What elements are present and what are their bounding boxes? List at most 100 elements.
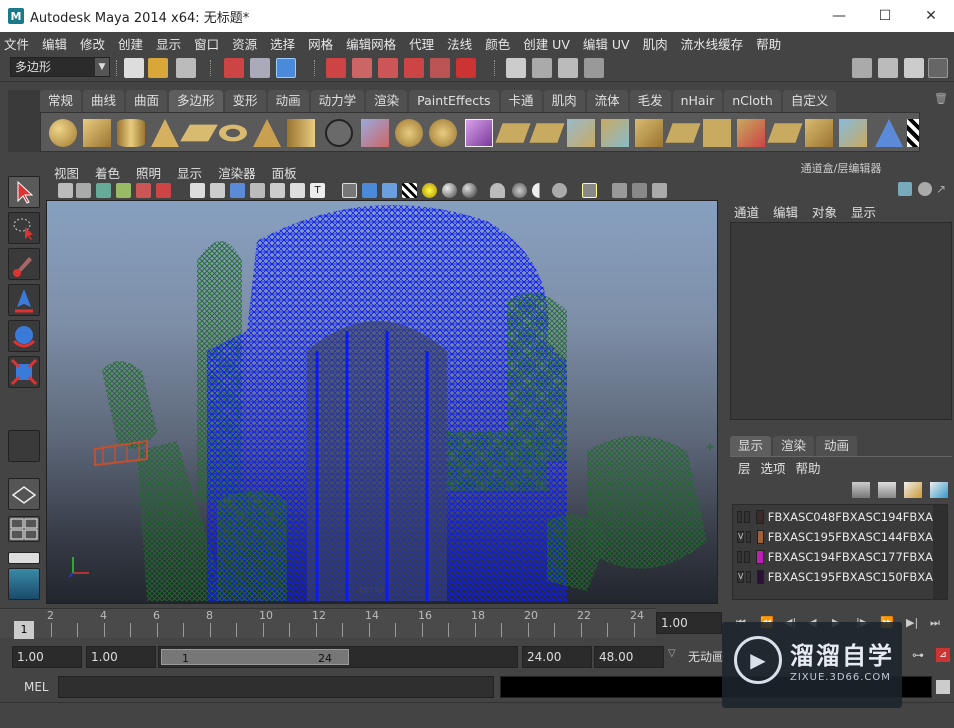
render-frame-icon[interactable] (532, 58, 552, 78)
le-menu-help[interactable]: 帮助 (796, 458, 821, 477)
le-menu-layers[interactable]: 层 (738, 458, 751, 477)
layer-row[interactable]: V FBXASC195FBXASC150FBXA (733, 567, 933, 587)
maximize-button[interactable]: ☐ (862, 0, 908, 32)
layer-visibility-toggle[interactable]: V (737, 571, 745, 583)
shelf-tab-custom[interactable]: 自定义 (782, 90, 837, 112)
gate-mask-icon[interactable] (250, 183, 265, 198)
current-time-field[interactable]: 1.00 (656, 612, 722, 634)
move-tool-icon[interactable] (8, 284, 40, 316)
menu-edit[interactable]: 编辑 (42, 34, 67, 53)
anim-layer-dropdown[interactable]: 无动画 (688, 648, 724, 665)
mel-command-input[interactable] (58, 676, 494, 698)
layer-color-swatch[interactable] (757, 530, 764, 544)
safe-title-icon[interactable]: T (310, 183, 325, 198)
shelf-tab-rendering[interactable]: 渲染 (366, 90, 408, 112)
layer-list-scrollbar[interactable] (933, 505, 947, 599)
range-slider[interactable]: 1 24 (158, 646, 518, 668)
key-icon[interactable]: ⊶ (912, 648, 924, 662)
layout-outliner-icon[interactable] (8, 552, 40, 564)
cb-menu-object[interactable]: 对象 (812, 202, 837, 221)
select-component-icon[interactable] (276, 58, 296, 78)
vp-menu-shading[interactable]: 着色 (95, 163, 120, 182)
menu-select[interactable]: 选择 (270, 34, 295, 53)
layer-move-up-icon[interactable] (852, 482, 870, 498)
scale-tool-icon[interactable] (8, 356, 40, 388)
motion-blur-icon[interactable] (490, 183, 505, 198)
select-object-icon[interactable] (250, 58, 270, 78)
menu-color[interactable]: 颜色 (485, 34, 510, 53)
menu-file[interactable]: 文件 (4, 34, 29, 53)
extract-icon[interactable] (839, 119, 867, 147)
menu-set-dropdown[interactable]: 多边形 ▼ (10, 57, 110, 77)
isolate-select-icon[interactable] (582, 183, 597, 198)
menu-window[interactable]: 窗口 (194, 34, 219, 53)
script-editor-icon[interactable] (936, 680, 950, 694)
tool-settings-toggle-icon[interactable] (878, 58, 898, 78)
film-gate-icon[interactable] (210, 183, 225, 198)
open-scene-icon[interactable] (148, 58, 168, 78)
shelf-tab-surfaces[interactable]: 曲面 (126, 90, 168, 112)
menu-edit-uv[interactable]: 编辑 UV (583, 34, 630, 53)
go-to-end-alt-icon[interactable]: ⏭ (930, 616, 946, 630)
cb-menu-show[interactable]: 显示 (851, 202, 876, 221)
checker-icon[interactable] (907, 119, 919, 147)
time-slider[interactable]: 2 4 6 8 10 12 14 16 18 20 22 24 1 (0, 608, 656, 639)
depth-of-field-icon[interactable] (532, 183, 547, 198)
layer-row[interactable]: FBXASC048FBXASC194FBXA (733, 507, 933, 527)
ipr-render-icon[interactable] (558, 58, 578, 78)
field-chart-icon[interactable] (270, 183, 285, 198)
layer-color-swatch[interactable] (755, 510, 764, 524)
layer-visibility-toggle[interactable] (737, 511, 743, 523)
attribute-editor-toggle-icon[interactable] (852, 58, 872, 78)
shelf-tab-fluids[interactable]: 流体 (586, 90, 628, 112)
shelf-tab-nhair[interactable]: nHair (672, 90, 723, 112)
layer-type-toggle[interactable] (746, 531, 752, 543)
shelf-tab-deformation[interactable]: 变形 (224, 90, 266, 112)
separate-icon[interactable] (395, 119, 423, 147)
vp-menu-panels[interactable]: 面板 (272, 163, 297, 182)
save-scene-icon[interactable] (176, 58, 196, 78)
screen-space-ao-icon[interactable] (462, 183, 477, 198)
menu-display[interactable]: 显示 (156, 34, 181, 53)
render-settings-icon[interactable] (584, 58, 604, 78)
close-button[interactable]: ✕ (908, 0, 954, 32)
shelf-tab-general[interactable]: 常规 (40, 90, 82, 112)
range-slider-handle[interactable]: 1 24 (161, 649, 349, 665)
shelf-tab-animation[interactable]: 动画 (267, 90, 309, 112)
shelf-tab-dynamics[interactable]: 动力学 (310, 90, 365, 112)
animation-start-field[interactable]: 1.00 (12, 646, 82, 668)
poly-torus-icon[interactable] (219, 124, 247, 142)
channel-box-toggle-icon[interactable] (928, 58, 948, 78)
render-view-icon[interactable] (506, 58, 526, 78)
vp-menu-lighting[interactable]: 照明 (136, 163, 161, 182)
layer-color-swatch[interactable] (757, 570, 764, 584)
new-layer-icon[interactable] (904, 482, 922, 498)
vp-menu-renderer[interactable]: 渲染器 (218, 163, 256, 182)
layer-tab-anim[interactable]: 动画 (816, 436, 858, 456)
wireframe-icon[interactable] (342, 183, 357, 198)
menu-normals[interactable]: 法线 (447, 34, 472, 53)
playback-start-field[interactable]: 1.00 (86, 646, 156, 668)
layer-tab-display[interactable]: 显示 (730, 436, 772, 456)
channel-box-arrow-icon[interactable]: ↗ (936, 182, 950, 196)
poly-cube-icon[interactable] (83, 119, 111, 147)
menu-mesh[interactable]: 网格 (308, 34, 333, 53)
select-tool-icon[interactable] (8, 176, 40, 208)
minimize-button[interactable]: — (816, 0, 862, 32)
vp-menu-view[interactable]: 视图 (54, 163, 79, 182)
lasso-tool-icon[interactable] (8, 212, 40, 244)
layer-type-toggle[interactable] (744, 551, 750, 563)
use-all-lights-icon[interactable] (422, 183, 437, 198)
snap-curve-icon[interactable] (352, 58, 372, 78)
magnet-icon[interactable] (456, 58, 476, 78)
hdr-icon[interactable] (552, 183, 567, 198)
auto-key-icon[interactable]: ⊿ (936, 648, 950, 662)
grease-pencil-add-icon[interactable] (156, 183, 171, 198)
shelf-tab-polygons[interactable]: 多边形 (169, 90, 223, 112)
menu-modify[interactable]: 修改 (80, 34, 105, 53)
bridge-icon[interactable] (529, 123, 565, 143)
xray-components-icon[interactable] (652, 183, 667, 198)
shelf-menu-handle[interactable] (8, 90, 40, 152)
menu-create-uv[interactable]: 创建 UV (523, 34, 570, 53)
menu-pipeline-cache[interactable]: 流水线缓存 (681, 34, 744, 53)
